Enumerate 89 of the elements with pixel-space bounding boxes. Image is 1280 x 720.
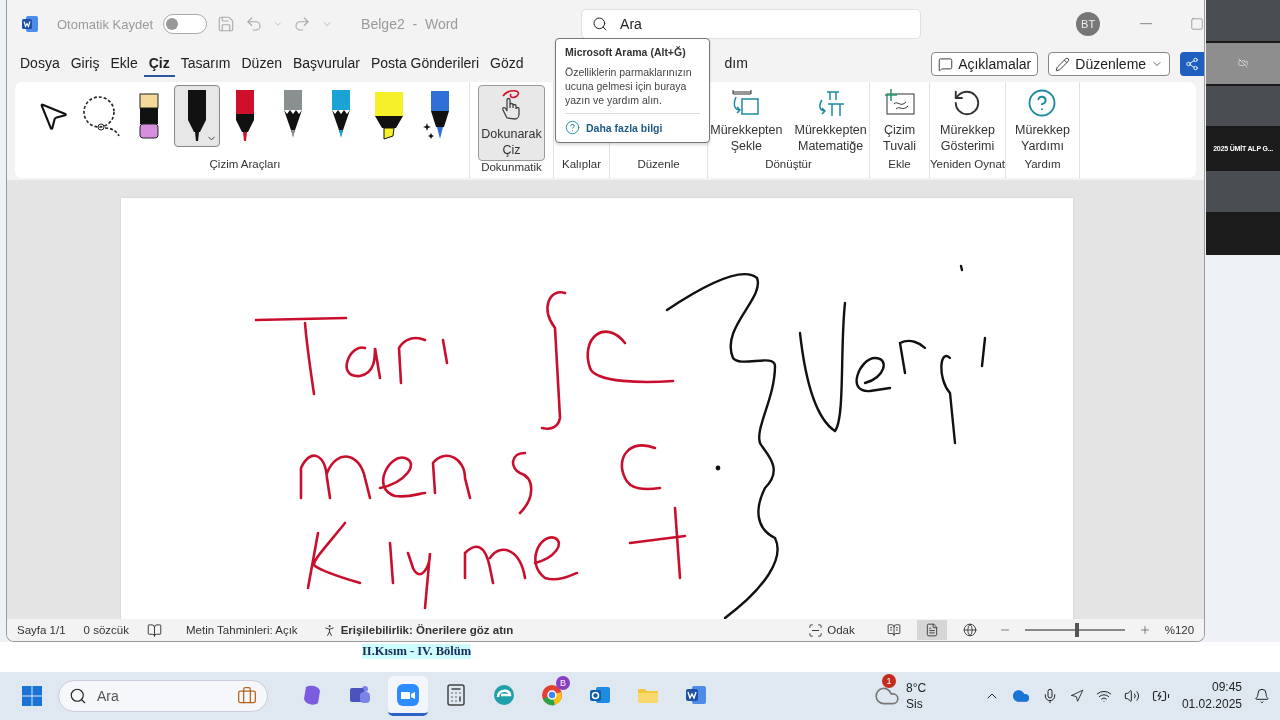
taskbar-app-button[interactable] — [388, 676, 428, 716]
ribbon-tab[interactable]: Tasarım — [175, 51, 236, 77]
clock-time[interactable]: 09:45 — [1211, 679, 1242, 696]
drawing-tool-button[interactable] — [174, 85, 220, 147]
more-info-link[interactable]: Daha fazla bilgi — [565, 120, 700, 135]
weather-condition: Sis — [906, 696, 924, 712]
ribbon-tab[interactable]: Düzen — [236, 51, 287, 77]
ribbon-tab[interactable]: Gözd — [485, 51, 529, 77]
redo-icon — [293, 15, 312, 33]
briefcase-icon — [237, 686, 257, 706]
ribbon-button[interactable]: Mürekkepten Matematiğe — [791, 85, 870, 157]
comment-icon — [938, 56, 954, 72]
comments-button[interactable]: Açıklamalar — [931, 52, 1039, 76]
ribbon-tab[interactable]: Dosya — [15, 51, 65, 77]
temperature: 8°C — [906, 680, 927, 696]
share-button[interactable] — [1180, 52, 1205, 76]
location-icon — [1069, 689, 1084, 703]
search-field[interactable]: Ara — [581, 9, 922, 39]
eraser-icon — [139, 93, 159, 139]
wifi-icon — [1095, 688, 1112, 704]
weather-badge: 1 — [882, 674, 896, 688]
page-icon — [924, 623, 939, 637]
user-avatar[interactable]: BT — [1076, 12, 1101, 36]
help-icon — [565, 120, 580, 135]
ribbon-tab[interactable]: Giriş — [65, 51, 105, 77]
search-icon — [592, 16, 609, 32]
taskbar-search-field[interactable]: Ara — [58, 680, 268, 712]
ribbon-button[interactable]: Mürekkep Gösterimi — [937, 85, 998, 157]
ribbon-button[interactable]: Mürekkep Yardımı — [1012, 85, 1073, 157]
ribbon-tab[interactable]: Başvurular — [287, 51, 365, 77]
accessibility-status[interactable]: Erişilebilirlik: Önerilere göz atın — [340, 624, 514, 636]
search-icon — [69, 687, 87, 705]
lasso-icon — [81, 94, 121, 138]
document-heading: II.Kısım - IV. Bölüm — [362, 644, 472, 659]
word-count: 0 sözcük — [83, 624, 129, 636]
video-app-icon — [396, 682, 420, 707]
help-icon — [1027, 88, 1058, 118]
slider-thumb[interactable] — [1074, 623, 1079, 637]
camera-off-icon — [1238, 58, 1249, 69]
shape-convert-icon — [731, 88, 762, 118]
view-button[interactable] — [916, 620, 947, 640]
ribbon-button[interactable]: Dokunarak Çiz — [478, 85, 545, 161]
autosave-toggle[interactable] — [163, 14, 208, 34]
ribbon-button[interactable]: Çizim Tuvali — [880, 85, 919, 157]
caret-icon — [273, 19, 284, 29]
autosave-label: Otomatik Kaydet — [57, 16, 154, 32]
app-badge: B — [556, 676, 570, 690]
group-label: Ekle — [887, 158, 912, 172]
zoom-percentage[interactable]: %120 — [1164, 624, 1195, 636]
minimize-icon[interactable] — [1140, 23, 1153, 25]
app-logo-icon — [21, 15, 39, 33]
browser-icon — [540, 682, 564, 707]
group-label: Dokunmatik — [480, 161, 543, 175]
ribbon-tab[interactable]: dım — [719, 51, 753, 77]
tooltip-title: Microsoft Arama (Alt+Ğ) — [565, 46, 687, 58]
tooltip-text: Özelliklerin parmaklarınızın ucuna gelmesi için buraya yazın ve yardım alın. — [565, 65, 700, 114]
ribbon-button[interactable]: Mürekkepten Şekle — [707, 85, 786, 157]
book-icon — [886, 623, 901, 637]
group-label: Çizim Araçları — [208, 158, 282, 172]
volume-icon — [1123, 688, 1140, 704]
pencil-icon — [1055, 56, 1071, 72]
text-predictions-status[interactable]: Metin Tahminleri: Açık — [186, 624, 298, 636]
group-label: Kalıplar — [561, 158, 602, 172]
ribbon-tab[interactable]: Ekle — [105, 51, 143, 77]
save-icon — [217, 15, 236, 33]
focus-icon — [808, 622, 824, 638]
focus-label[interactable]: Odak — [827, 624, 855, 636]
group-label: Düzenle — [636, 158, 681, 172]
ribbon-tab[interactable]: Posta Gönderileri — [365, 51, 485, 77]
start-icon[interactable] — [22, 686, 42, 706]
ribbon-tab[interactable]: Çiz — [143, 51, 175, 77]
browser-icon — [492, 682, 516, 707]
editing-button[interactable]: Düzenleme — [1048, 52, 1171, 76]
group-label: Dönüştür — [764, 158, 813, 172]
globe-icon — [962, 623, 977, 637]
book-icon — [147, 622, 162, 638]
drawing-canvas-icon — [883, 88, 916, 118]
page-count: Sayfa 1/1 — [17, 624, 66, 636]
share-icon — [1185, 57, 1200, 71]
taskbar-app-button[interactable]: B — [532, 676, 572, 716]
cloud-icon — [1011, 687, 1030, 705]
group-label: Yeniden Oynat — [930, 158, 1005, 172]
undo-icon — [245, 15, 264, 33]
clock-date[interactable]: 01.02.2025 — [1181, 696, 1242, 713]
notification-icon — [1254, 688, 1270, 704]
calculator-icon — [444, 682, 468, 707]
group-label: Yardım — [1023, 158, 1062, 172]
document-title: Belge2 - Word — [361, 16, 459, 32]
zoom-in-icon — [1138, 624, 1151, 636]
